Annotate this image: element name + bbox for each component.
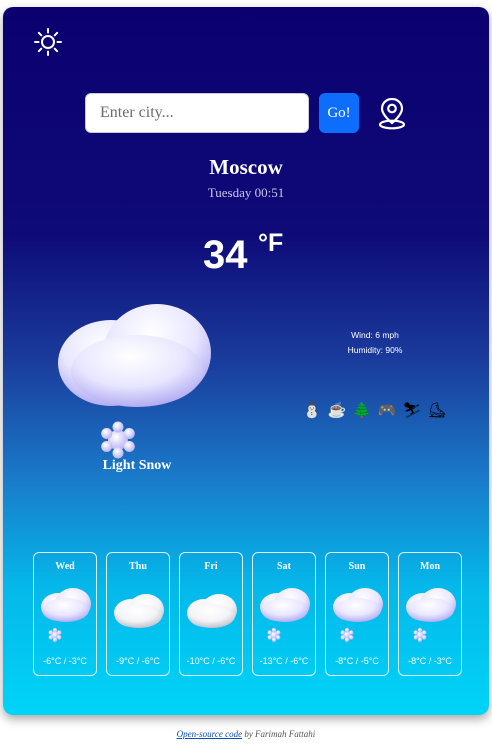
forecast-day-card[interactable]: Wed -6°C / -3°C: [33, 552, 97, 676]
cloud-icon: [112, 587, 166, 643]
forecast-temp-range: -13°C / -6°C: [259, 656, 309, 666]
hot-drink-icon: ☕: [327, 402, 347, 419]
skiing-icon: ⛷: [402, 402, 422, 419]
temperature-unit-toggle[interactable]: °F: [258, 229, 283, 258]
forecast-temp-range: -9°C / -6°C: [116, 656, 160, 666]
forecast-temp-range: -6°C / -3°C: [43, 656, 87, 666]
forecast-temp-range: -10°C / -6°C: [186, 656, 236, 666]
forecast-day-card[interactable]: Fri -10°C / -6°C: [179, 552, 243, 676]
forecast-day-name: Mon: [420, 561, 440, 572]
activity-suggestions: ⛄ ☕ 🌲 🎮 ⛷ ⛸: [301, 399, 448, 421]
cloud-snow-icon: [39, 587, 93, 643]
winter-tree-icon: 🌲: [352, 402, 372, 419]
weather-condition: Light Snow: [102, 458, 172, 473]
forecast-day-card[interactable]: Sat -13°C / -6°C: [252, 552, 316, 676]
temperature-value: 34: [203, 233, 248, 277]
source-code-link[interactable]: Open-source code: [177, 729, 242, 739]
snowman-icon: ⛄: [302, 402, 322, 419]
forecast-day-name: Sat: [277, 561, 291, 572]
go-button[interactable]: Go!: [319, 93, 359, 133]
forecast-day-name: Fri: [204, 561, 218, 572]
cloud-icon: [185, 587, 239, 643]
forecast-day-card[interactable]: Mon -8°C / -3°C: [398, 552, 462, 676]
forecast-strip: Wed -6°C / -3°C Thu -9°C / -6°C Fri -10°…: [33, 552, 462, 676]
forecast-temp-range: -8°C / -5°C: [335, 656, 379, 666]
cloud-snow-icon: [258, 587, 312, 643]
weather-app: Go! Moscow Tuesday 00:51 34 °F: [3, 7, 489, 715]
theme-toggle-sun-icon[interactable]: [33, 27, 63, 57]
gamepad-icon: 🎮: [377, 402, 397, 419]
city-name: Moscow: [209, 155, 283, 179]
ice-skating-icon: ⛸: [427, 402, 447, 419]
forecast-day-card[interactable]: Sun -8°C / -5°C: [325, 552, 389, 676]
cloud-snow-icon: [53, 299, 213, 459]
footer: Open-source code by Farimah Fattahi: [0, 729, 492, 739]
date-time: Tuesday 00:51: [207, 185, 285, 200]
wind-speed: Wind: 6 mph: [351, 330, 399, 340]
forecast-day-name: Wed: [55, 561, 75, 572]
forecast-day-card[interactable]: Thu -9°C / -6°C: [106, 552, 170, 676]
cloud-snow-icon: [331, 587, 385, 643]
cloud-snow-icon: [404, 587, 458, 643]
humidity: Humidity: 90%: [347, 345, 403, 355]
location-pin-icon[interactable]: [375, 95, 409, 131]
forecast-day-name: Sun: [348, 561, 366, 572]
city-search-input[interactable]: [85, 93, 309, 133]
forecast-temp-range: -8°C / -3°C: [408, 656, 452, 666]
author-credit: by Farimah Fattahi: [244, 729, 316, 739]
forecast-day-name: Thu: [129, 561, 147, 572]
